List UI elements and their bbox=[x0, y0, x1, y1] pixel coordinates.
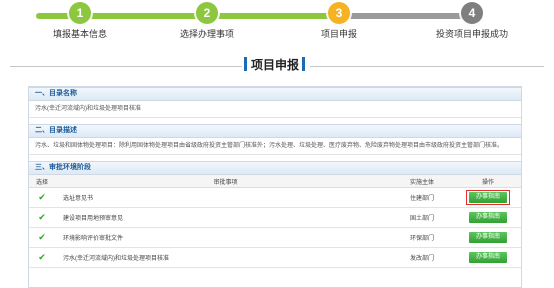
section-catalog-name-text: 污水(幸迁河流域内)和垃圾处理项目核准 bbox=[29, 101, 521, 118]
table-row: ✔ 环境影响评价审批文件 环保部门 办事指南 bbox=[29, 227, 521, 248]
table-row: ✔ 建设项目用地预审意见 国土部门 办事指南 bbox=[29, 207, 521, 228]
title-rule-left bbox=[10, 66, 242, 67]
step-3-label: 项目申报 bbox=[320, 29, 358, 39]
step-4-label: 投资项目申报成功 bbox=[435, 29, 509, 39]
row-dept: 发改部门 bbox=[389, 247, 455, 268]
approval-table: 选择 审批事项 实施主体 操作 ✔ 选址意见书 住建部门 办事指南 ✔ 建设项目… bbox=[29, 175, 521, 268]
row-item: 选址意见书 bbox=[55, 187, 389, 208]
section-catalog-name-heading: 一、目录名称 bbox=[29, 87, 521, 101]
title-rule-right bbox=[310, 66, 544, 67]
table-header-row: 选择 审批事项 实施主体 操作 bbox=[29, 175, 521, 188]
step-2-label: 选择办理事项 bbox=[179, 29, 235, 39]
step-3-circle: 3 bbox=[328, 2, 350, 24]
section-catalog-desc-heading: 二、目录描述 bbox=[29, 124, 521, 138]
check-icon[interactable]: ✔ bbox=[38, 192, 46, 202]
header-item: 审批事项 bbox=[55, 175, 389, 188]
row-item: 环境影响评价审批文件 bbox=[55, 227, 389, 248]
declaration-panel: 一、目录名称 污水(幸迁河流域内)和垃圾处理项目核准 二、目录描述 污水、垃圾和… bbox=[28, 86, 522, 288]
check-icon[interactable]: ✔ bbox=[38, 212, 46, 222]
check-icon[interactable]: ✔ bbox=[38, 232, 46, 242]
step-track-todo bbox=[342, 13, 478, 19]
guide-button[interactable]: 办事指南 bbox=[469, 192, 507, 203]
step-1-label: 填报基本信息 bbox=[52, 29, 108, 39]
step-1-circle: 1 bbox=[69, 2, 91, 24]
title-bar-left bbox=[244, 57, 247, 71]
step-2-circle: 2 bbox=[196, 2, 218, 24]
section-approval-heading: 三、审批环境阶段 bbox=[29, 161, 521, 175]
header-select: 选择 bbox=[29, 175, 55, 188]
title-bar-right bbox=[302, 57, 305, 71]
header-dept: 实施主体 bbox=[389, 175, 455, 188]
table-row: ✔ 污水(幸迁河流域内)和垃圾处理项目核准 发改部门 办事指南 bbox=[29, 247, 521, 268]
step-4-circle: 4 bbox=[461, 2, 483, 24]
check-icon[interactable]: ✔ bbox=[38, 252, 46, 262]
row-dept: 环保部门 bbox=[389, 227, 455, 248]
row-dept: 国土部门 bbox=[389, 207, 455, 228]
guide-button[interactable]: 办事指南 bbox=[469, 212, 507, 223]
highlight-frame: 办事指南 bbox=[466, 190, 510, 205]
row-item: 建设项目用地预审意见 bbox=[55, 207, 389, 228]
table-row: ✔ 选址意见书 住建部门 办事指南 bbox=[29, 187, 521, 208]
row-dept: 住建部门 bbox=[389, 187, 455, 208]
guide-button[interactable]: 办事指南 bbox=[469, 252, 507, 263]
row-item: 污水(幸迁河流域内)和垃圾处理项目核准 bbox=[55, 247, 389, 268]
progress-stepper: 1 填报基本信息 2 选择办理事项 3 项目申报 4 投资项目申报成功 bbox=[0, 0, 554, 46]
page-title: 项目申报 bbox=[251, 58, 300, 72]
section-catalog-desc-text: 污水、垃圾和固体物处理项目：除利用固体物处理项目由省级政府投资主管部门核准外；污… bbox=[29, 138, 521, 155]
header-op: 操作 bbox=[455, 175, 521, 188]
guide-button[interactable]: 办事指南 bbox=[469, 232, 507, 243]
